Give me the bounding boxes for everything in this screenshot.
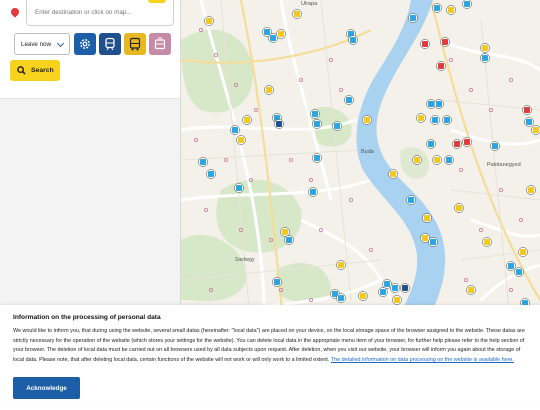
map-label-sashegy: Sashegy [235, 257, 255, 263]
vehicle-marker-icon[interactable] [430, 115, 440, 125]
vehicle-marker-icon[interactable] [466, 285, 476, 295]
vehicle-marker-icon[interactable] [462, 137, 472, 147]
vehicle-marker-icon[interactable] [336, 293, 346, 303]
vehicle-marker-icon[interactable] [312, 153, 322, 163]
vehicle-marker-icon[interactable] [412, 155, 422, 165]
vehicle-marker-icon[interactable] [392, 295, 402, 305]
metro-mode-button[interactable] [99, 33, 121, 55]
vehicle-marker-icon[interactable] [416, 113, 426, 123]
vehicle-marker-icon[interactable] [358, 291, 368, 301]
location-pin-icon [9, 6, 21, 18]
vehicle-marker-icon[interactable] [524, 117, 534, 127]
vehicle-marker-icon[interactable] [432, 155, 442, 165]
cookie-banner-title: Information on the processing of persona… [13, 314, 161, 321]
vehicle-marker-icon[interactable] [284, 235, 294, 245]
settings-button[interactable] [74, 33, 96, 55]
vehicle-marker-icon[interactable] [426, 139, 436, 149]
settings-gear-icon [80, 39, 90, 49]
vehicle-marker-icon[interactable] [490, 141, 500, 151]
bus-mode-button[interactable] [124, 33, 146, 55]
vehicle-marker-icon[interactable] [348, 35, 358, 45]
vehicle-marker-icon[interactable] [378, 287, 388, 297]
destination-input[interactable] [26, 0, 174, 26]
cookie-banner: Information on the processing of persona… [0, 305, 540, 405]
vehicle-marker-icon[interactable] [310, 109, 320, 119]
vehicle-marker-icon[interactable] [434, 99, 444, 109]
vehicle-marker-icon[interactable] [230, 125, 240, 135]
vehicle-marker-icon[interactable] [206, 169, 216, 179]
vehicle-marker-icon[interactable] [292, 9, 302, 19]
search-icon [17, 66, 26, 75]
bus-icon [129, 37, 141, 51]
leave-time-select[interactable]: Leave now [14, 33, 70, 55]
map-label-buda: Buda [361, 149, 375, 155]
vehicle-marker-icon[interactable] [390, 283, 400, 293]
search-button-label: Search [31, 67, 54, 74]
tram-icon [154, 37, 166, 50]
acknowledge-button[interactable]: Acknowledge [13, 377, 80, 399]
metro-icon [105, 37, 115, 51]
map-label-palotanegyed: Palotanegyed [487, 162, 521, 168]
vehicle-marker-icon[interactable] [242, 115, 252, 125]
vehicle-marker-icon[interactable] [264, 85, 274, 95]
vehicle-marker-icon[interactable] [312, 119, 322, 129]
vehicle-marker-icon[interactable] [344, 95, 354, 105]
vehicle-marker-icon[interactable] [276, 29, 286, 39]
vehicle-marker-icon[interactable] [198, 157, 208, 167]
vehicle-marker-icon[interactable] [462, 0, 472, 9]
vehicle-marker-icon[interactable] [400, 283, 410, 293]
vehicle-marker-icon[interactable] [480, 53, 490, 63]
vehicle-marker-icon[interactable] [336, 260, 346, 270]
vehicle-marker-icon[interactable] [526, 185, 536, 195]
vehicle-marker-icon[interactable] [406, 195, 416, 205]
vehicle-marker-icon[interactable] [480, 43, 490, 53]
leave-time-value: Leave now [21, 40, 51, 48]
vehicle-marker-icon[interactable] [362, 115, 372, 125]
vehicle-marker-icon[interactable] [518, 247, 528, 257]
vehicle-marker-icon[interactable] [442, 115, 452, 125]
vehicle-marker-icon[interactable] [452, 139, 462, 149]
vehicle-marker-icon[interactable] [482, 237, 492, 247]
vehicle-marker-icon[interactable] [408, 13, 418, 23]
cookie-banner-text: We would like to inform you, that during… [13, 327, 528, 366]
vehicle-marker-icon[interactable] [531, 125, 540, 135]
vehicle-marker-icon[interactable] [422, 213, 432, 223]
vehicle-marker-icon[interactable] [274, 119, 284, 129]
vehicle-marker-icon[interactable] [204, 16, 214, 26]
vehicle-marker-icon[interactable] [420, 39, 430, 49]
vehicle-marker-icon[interactable] [446, 5, 456, 15]
destination-row [6, 0, 174, 26]
vehicle-marker-icon[interactable] [234, 183, 244, 193]
vehicle-marker-icon[interactable] [514, 267, 524, 277]
route-planner-card: Leave now [0, 0, 180, 99]
vehicle-marker-icon[interactable] [432, 3, 442, 13]
vehicle-marker-icon[interactable] [506, 261, 516, 271]
vehicle-marker-icon[interactable] [436, 61, 446, 71]
vehicle-marker-icon[interactable] [440, 37, 450, 47]
vehicle-marker-icon[interactable] [428, 237, 438, 247]
vehicle-marker-icon[interactable] [388, 169, 398, 179]
vehicle-marker-icon[interactable] [236, 135, 246, 145]
vehicle-marker-icon[interactable] [272, 277, 282, 287]
data-processing-info-link[interactable]: The detailed information on data process… [331, 357, 514, 363]
vehicle-marker-icon[interactable] [444, 155, 454, 165]
chevron-down-icon [56, 39, 65, 48]
vehicle-marker-icon[interactable] [308, 187, 318, 197]
swap-button[interactable] [148, 0, 166, 3]
vehicle-marker-icon[interactable] [454, 203, 464, 213]
vehicle-marker-icon[interactable] [522, 105, 532, 115]
tram-mode-button[interactable] [149, 33, 171, 55]
map-label-north: Ulrapa [301, 1, 318, 7]
vehicle-marker-icon[interactable] [332, 121, 342, 131]
search-button[interactable]: Search [10, 60, 60, 81]
